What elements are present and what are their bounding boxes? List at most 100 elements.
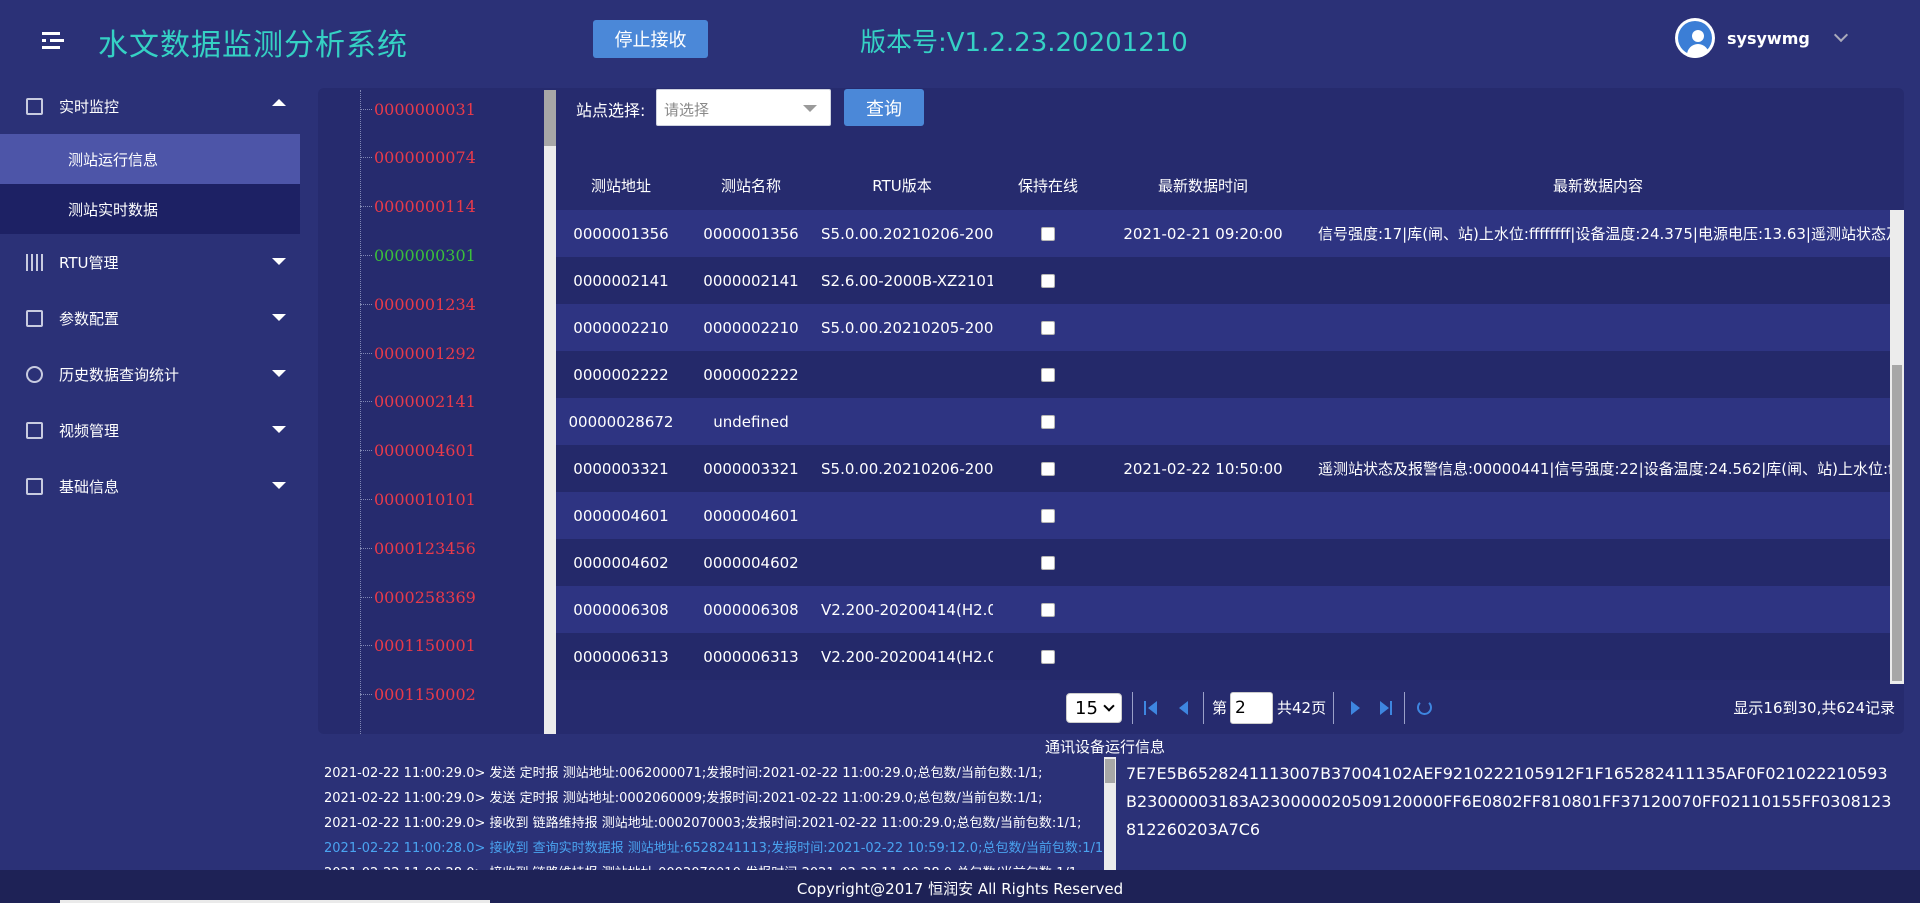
sidebar-group-basic-info[interactable]: 基础信息 [0, 458, 300, 514]
last-page-icon[interactable] [1378, 700, 1394, 716]
caret-down-icon [272, 314, 286, 321]
keep-online-checkbox[interactable] [1041, 508, 1055, 523]
cell-rtu [821, 398, 993, 445]
target-icon [26, 365, 43, 383]
keep-online-checkbox[interactable] [1041, 602, 1055, 617]
tree-node[interactable]: 0001150002 [360, 684, 476, 706]
table-row[interactable]: 0000002222 0000002222 [556, 351, 1890, 398]
sidebar-group-video[interactable]: 视频管理 [0, 402, 300, 458]
cell-addr: 0000002222 [573, 365, 669, 384]
sidebar-group-realtime-monitor[interactable]: 实时监控 [0, 78, 300, 134]
cell-latest-content [1318, 304, 1890, 351]
keep-online-checkbox[interactable] [1041, 226, 1055, 241]
tree-node-label: 0000000074 [374, 148, 476, 168]
table-row[interactable]: 00000028672 undefined [556, 398, 1890, 445]
tree-scrollbar[interactable] [544, 90, 556, 734]
chevron-down-icon [803, 105, 817, 112]
table-row[interactable]: 0000004602 0000004602 [556, 539, 1890, 586]
cell-name: 0000001356 [703, 224, 799, 243]
tree-node-label: 0000001292 [374, 343, 476, 363]
next-page-icon[interactable] [1348, 700, 1364, 716]
tree-node[interactable]: 0000001292 [360, 342, 476, 364]
log-line: 2021-02-22 11:00:29.0> 发送 定时报 测站地址:00620… [324, 766, 1043, 781]
cell-addr: 00000028672 [568, 412, 674, 431]
keep-online-checkbox[interactable] [1041, 414, 1055, 429]
chevron-down-icon[interactable] [1833, 27, 1848, 43]
tree-node[interactable]: 0000001234 [360, 293, 476, 315]
station-tree: 0000000031 0000000074 0000000114 0000000301… [320, 90, 544, 734]
tree-node[interactable]: 0000010101 [360, 488, 476, 510]
keep-online-checkbox[interactable] [1041, 320, 1055, 335]
col-header-latest-content[interactable]: 最新数据内容 [1298, 163, 1898, 207]
tree-node-label: 0001150001 [374, 636, 476, 656]
username-label[interactable]: sysywmg [1727, 29, 1810, 48]
col-header-rtu[interactable]: RTU版本 [816, 163, 988, 207]
keep-online-checkbox[interactable] [1041, 273, 1055, 288]
first-page-icon[interactable] [1144, 700, 1160, 716]
col-header-keep-online[interactable]: 保持在线 [988, 163, 1108, 207]
cell-rtu: S2.6.00-2000B-XZ210115( [821, 271, 993, 290]
table-row[interactable]: 0000002210 0000002210 S5.0.00.20210205-200… [556, 304, 1890, 351]
table-row[interactable]: 0000006313 0000006313 V2.200-20200414(H2.0… [556, 633, 1890, 680]
cell-rtu: V2.200-20200414(H2.0) [821, 647, 993, 666]
keep-online-checkbox[interactable] [1041, 555, 1055, 570]
prev-page-icon[interactable] [1176, 700, 1192, 716]
cell-addr: 0000002210 [573, 318, 669, 337]
page-size-select[interactable]: 15 [1066, 693, 1122, 723]
tree-node-label: 0000004601 [374, 441, 476, 461]
tree-node[interactable]: 0000000114 [360, 196, 476, 218]
cell-addr: 0000004601 [573, 506, 669, 525]
tree-node-label: 0000002141 [374, 392, 476, 412]
keep-online-checkbox[interactable] [1041, 649, 1055, 664]
tree-node[interactable]: 0000123456 [360, 537, 476, 559]
refresh-icon[interactable] [1417, 700, 1432, 715]
user-menu[interactable]: sysywmg [1675, 17, 1848, 59]
caret-down-icon [272, 258, 286, 265]
caret-down-icon [272, 482, 286, 489]
log-line: 2021-02-22 11:00:29.0> 接收到 链路维持报 测站地址:00… [324, 816, 1082, 831]
keep-online-checkbox[interactable] [1041, 461, 1055, 476]
tree-node[interactable]: 0000000301 [360, 244, 476, 266]
tree-node[interactable]: 0001150001 [360, 635, 476, 657]
log-scrollbar[interactable] [1104, 757, 1116, 870]
keep-online-checkbox[interactable] [1041, 367, 1055, 382]
sidebar-item-station-realtime-data[interactable]: 测站实时数据 [0, 184, 300, 234]
table-row[interactable]: 0000004601 0000004601 [556, 492, 1890, 539]
table-row[interactable]: 0000001356 0000001356 S5.0.00.20210206-200… [556, 210, 1890, 257]
tree-node[interactable]: 0000000074 [360, 147, 476, 169]
col-header-name[interactable]: 测站名称 [686, 163, 816, 207]
page-number-input[interactable]: 2 [1230, 692, 1273, 724]
cell-latest-time [1108, 586, 1298, 633]
station-select-placeholder: 请选择 [664, 101, 710, 119]
sidebar-group-params[interactable]: 参数配置 [0, 290, 300, 346]
cell-addr: 0000001356 [573, 224, 669, 243]
query-button[interactable]: 查询 [844, 89, 924, 126]
cell-addr: 0000004602 [573, 553, 669, 572]
tree-node[interactable]: 0000002141 [360, 391, 476, 413]
table-row[interactable]: 0000002141 0000002141 S2.6.00-2000B-XZ2101… [556, 257, 1890, 304]
table-header: 测站地址 测站名称 RTU版本 保持在线 最新数据时间 最新数据内容 [556, 163, 1904, 207]
user-avatar-icon[interactable] [1675, 18, 1715, 58]
sidebar-group-label: RTU管理 [59, 253, 119, 272]
tree-node[interactable]: 0000258369 [360, 586, 476, 608]
tree-node[interactable]: 0000000031 [360, 98, 476, 120]
table-row[interactable]: 0000006308 0000006308 V2.200-20200414(H2.0… [556, 586, 1890, 633]
table-row[interactable]: 0000003321 0000003321 S5.0.00.20210206-200… [556, 445, 1890, 492]
stop-receive-button[interactable]: 停止接收 [593, 20, 708, 58]
cell-latest-content [1318, 539, 1890, 586]
col-header-addr[interactable]: 测站地址 [556, 163, 686, 207]
col-header-latest-time[interactable]: 最新数据时间 [1108, 163, 1298, 207]
cell-latest-content: 信号强度:17|库(闸、站)上水位:ffffffff|设备温度:24.375|电… [1318, 225, 1890, 243]
sidebar-group-history[interactable]: 历史数据查询统计 [0, 346, 300, 402]
cell-latest-time [1108, 539, 1298, 586]
caret-down-icon [272, 426, 286, 433]
table-scrollbar[interactable] [1890, 210, 1904, 684]
sidebar-item-station-run-info[interactable]: 测站运行信息 [0, 134, 300, 184]
cell-latest-content: 遥测站状态及报警信息:00000441|信号强度:22|设备温度:24.562|… [1318, 460, 1890, 478]
cell-name: 0000003321 [703, 459, 799, 478]
tree-node[interactable]: 0000004601 [360, 440, 476, 462]
cell-name: 0000004602 [703, 553, 799, 572]
sidebar-group-rtu[interactable]: RTU管理 [0, 234, 300, 290]
menu-toggle-icon[interactable] [40, 30, 66, 52]
station-select[interactable]: 请选择 [656, 89, 831, 126]
